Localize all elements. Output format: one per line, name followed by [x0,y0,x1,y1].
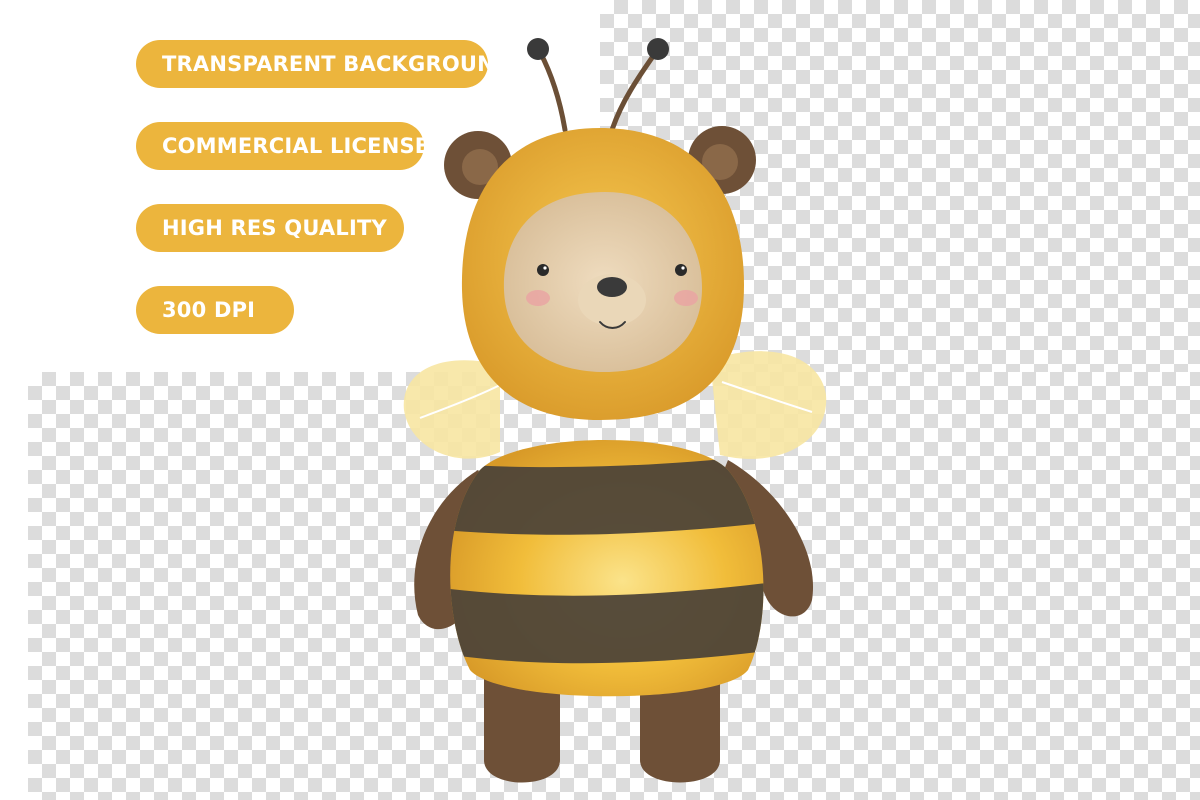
bee-bear-illustration [403,38,827,783]
badge-label: HIGH RES QUALITY [162,216,387,240]
antenna-icon [527,38,669,133]
high-res-quality-badge: HIGH RES QUALITY [136,204,404,252]
badge-label: 300 DPI [162,298,256,322]
bear-face [503,192,702,372]
dpi-badge: 300 DPI [136,286,294,334]
